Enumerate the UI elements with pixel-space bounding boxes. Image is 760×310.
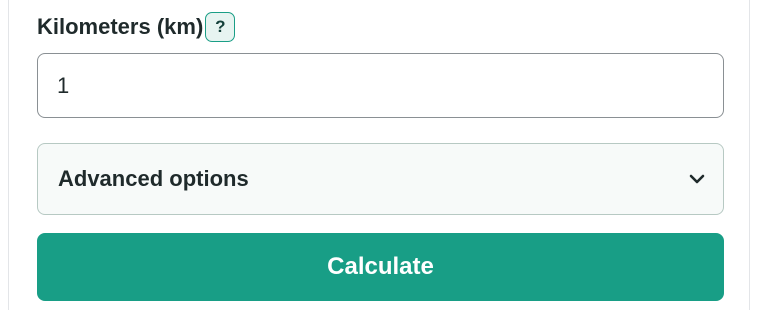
advanced-options-label: Advanced options xyxy=(58,166,249,191)
kilometers-input[interactable] xyxy=(37,53,724,118)
chevron-down-icon xyxy=(688,170,706,188)
advanced-options-toggle[interactable]: Advanced options xyxy=(37,143,724,215)
calculator-card: Kilometers (km) ? Advanced options Calcu… xyxy=(8,0,750,310)
kilometers-label: Kilometers (km) xyxy=(37,14,204,39)
field-label-row: Kilometers (km) ? xyxy=(37,10,236,44)
help-button[interactable]: ? xyxy=(205,12,236,42)
calculate-button[interactable]: Calculate xyxy=(37,233,724,301)
